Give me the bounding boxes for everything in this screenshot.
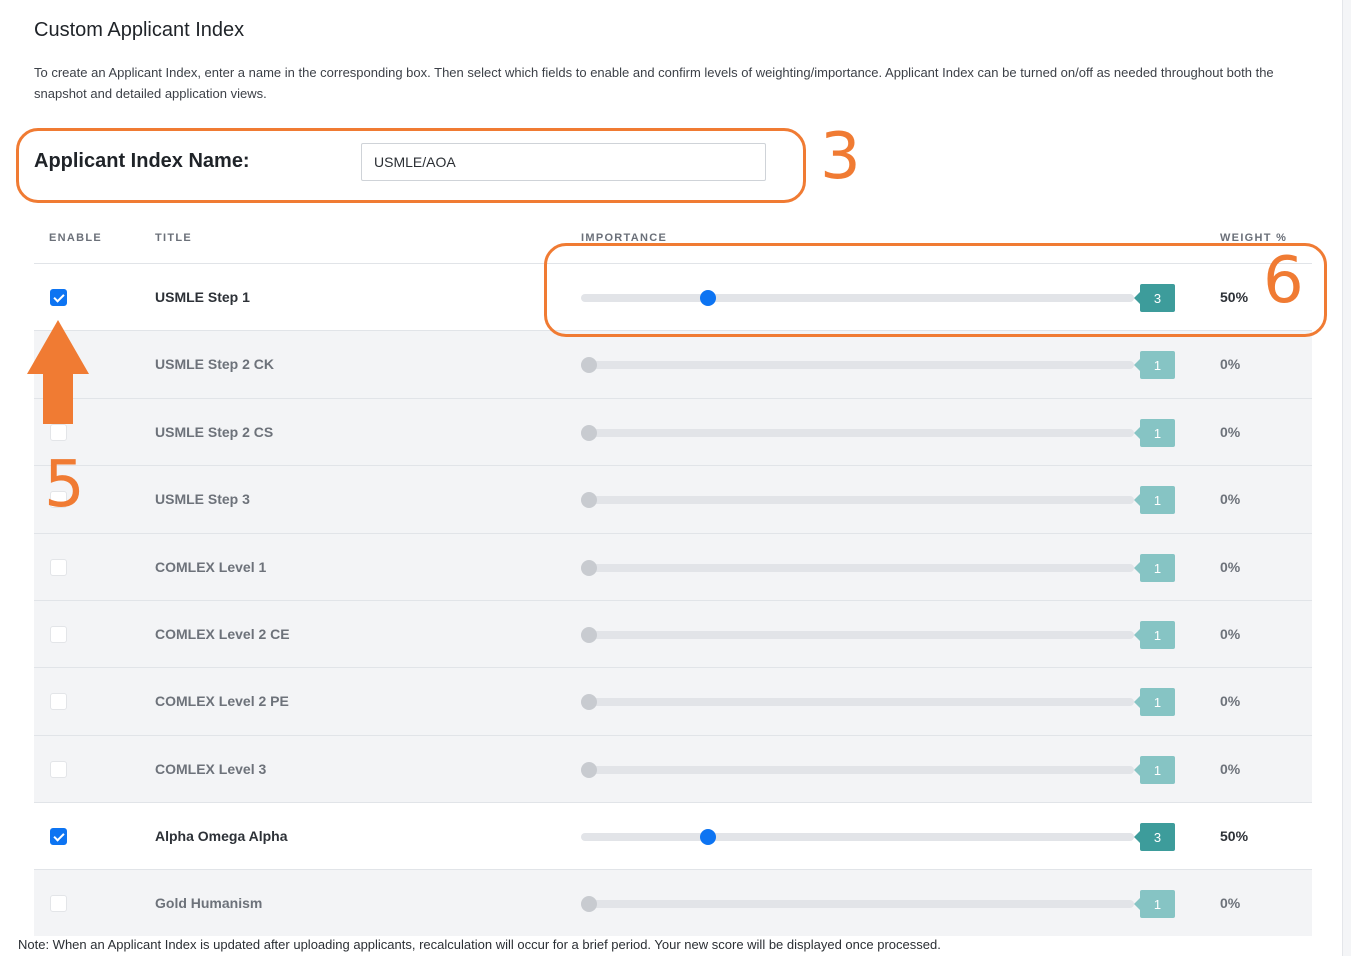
importance-slider[interactable] <box>581 627 1134 643</box>
importance-value-badge: 1 <box>1134 419 1175 447</box>
weight-percent: 0% <box>1220 895 1241 911</box>
enable-checkbox[interactable] <box>50 626 67 643</box>
callout-number-3: 3 <box>820 120 861 194</box>
slider-handle[interactable] <box>581 627 597 643</box>
importance-value-badge: 3 <box>1134 284 1175 312</box>
row-title: COMLEX Level 1 <box>155 559 267 575</box>
table-row: COMLEX Level 2 CE 1 0% <box>34 600 1312 667</box>
table-row: COMLEX Level 3 1 0% <box>34 735 1312 802</box>
importance-value-badge: 1 <box>1134 688 1175 716</box>
arrow-up-icon <box>27 320 89 374</box>
slider-handle[interactable] <box>581 896 597 912</box>
importance-value-badge: 1 <box>1134 756 1175 784</box>
weight-percent: 0% <box>1220 491 1241 507</box>
arrow-shaft <box>43 370 73 424</box>
enable-checkbox[interactable] <box>50 289 67 306</box>
enable-checkbox[interactable] <box>50 761 67 778</box>
row-title: Alpha Omega Alpha <box>155 828 288 844</box>
importance-slider[interactable] <box>581 425 1134 441</box>
table-row: Alpha Omega Alpha 3 50% <box>34 802 1312 869</box>
enable-checkbox[interactable] <box>50 693 67 710</box>
table-row: USMLE Step 3 1 0% <box>34 465 1312 533</box>
applicant-index-card: Custom Applicant Index To create an Appl… <box>0 0 1343 956</box>
enable-checkbox[interactable] <box>50 424 67 441</box>
weight-percent: 50% <box>1220 289 1249 305</box>
page-title: Custom Applicant Index <box>34 19 245 41</box>
check-icon <box>53 830 65 842</box>
header-importance: IMPORTANCE <box>581 232 668 244</box>
weight-percent: 50% <box>1220 828 1249 844</box>
header-title: TITLE <box>155 232 193 244</box>
page-description: To create an Applicant Index, enter a na… <box>34 65 1274 101</box>
weight-percent: 0% <box>1220 693 1241 709</box>
recalculation-note: Note: When an Applicant Index is updated… <box>18 937 941 952</box>
weight-percent: 0% <box>1220 559 1241 575</box>
index-name-input[interactable] <box>361 143 766 181</box>
table-row: USMLE Step 2 CK 1 0% <box>34 330 1312 398</box>
header-enable: ENABLE <box>49 232 103 244</box>
callout-number-6: 6 <box>1263 244 1304 318</box>
weight-percent: 0% <box>1220 626 1241 642</box>
importance-value-badge: 1 <box>1134 554 1175 582</box>
row-title: USMLE Step 1 <box>155 289 250 305</box>
table-row: USMLE Step 1 3 50% <box>34 263 1312 330</box>
importance-slider[interactable] <box>581 290 1134 306</box>
importance-slider[interactable] <box>581 492 1134 508</box>
importance-slider[interactable] <box>581 762 1134 778</box>
table-row: Gold Humanism 1 0% <box>34 869 1312 936</box>
importance-value-badge: 1 <box>1134 621 1175 649</box>
importance-slider[interactable] <box>581 560 1134 576</box>
table-row: USMLE Step 2 CS 1 0% <box>34 398 1312 465</box>
slider-handle[interactable] <box>700 829 716 845</box>
weight-percent: 0% <box>1220 356 1241 372</box>
weight-percent: 0% <box>1220 761 1241 777</box>
check-icon <box>53 291 65 303</box>
weight-percent: 0% <box>1220 424 1241 440</box>
slider-handle[interactable] <box>581 694 597 710</box>
table-row: COMLEX Level 2 PE 1 0% <box>34 667 1312 735</box>
row-title: USMLE Step 3 <box>155 491 250 507</box>
importance-slider[interactable] <box>581 357 1134 373</box>
table-header: ENABLE TITLE IMPORTANCE WEIGHT % <box>34 226 1312 262</box>
importance-slider[interactable] <box>581 896 1134 912</box>
row-title: COMLEX Level 3 <box>155 761 267 777</box>
enable-checkbox[interactable] <box>50 559 67 576</box>
row-title: USMLE Step 2 CS <box>155 424 274 440</box>
importance-value-badge: 1 <box>1134 486 1175 514</box>
slider-handle[interactable] <box>581 560 597 576</box>
enable-checkbox[interactable] <box>50 828 67 845</box>
row-title: COMLEX Level 2 CE <box>155 626 290 642</box>
slider-handle[interactable] <box>581 425 597 441</box>
callout-number-5: 5 <box>44 448 85 522</box>
enable-checkbox[interactable] <box>50 895 67 912</box>
header-weight: WEIGHT % <box>1220 232 1288 244</box>
index-name-label: Applicant Index Name: <box>34 150 250 172</box>
table-row: COMLEX Level 1 1 0% <box>34 533 1312 600</box>
slider-handle[interactable] <box>700 290 716 306</box>
row-title: USMLE Step 2 CK <box>155 356 275 372</box>
row-title: COMLEX Level 2 PE <box>155 693 289 709</box>
importance-slider[interactable] <box>581 829 1134 845</box>
importance-slider[interactable] <box>581 694 1134 710</box>
slider-handle[interactable] <box>581 762 597 778</box>
importance-value-badge: 1 <box>1134 351 1175 379</box>
importance-value-badge: 1 <box>1134 890 1175 918</box>
slider-handle[interactable] <box>581 492 597 508</box>
importance-value-badge: 3 <box>1134 823 1175 851</box>
row-title: Gold Humanism <box>155 895 263 911</box>
slider-handle[interactable] <box>581 357 597 373</box>
